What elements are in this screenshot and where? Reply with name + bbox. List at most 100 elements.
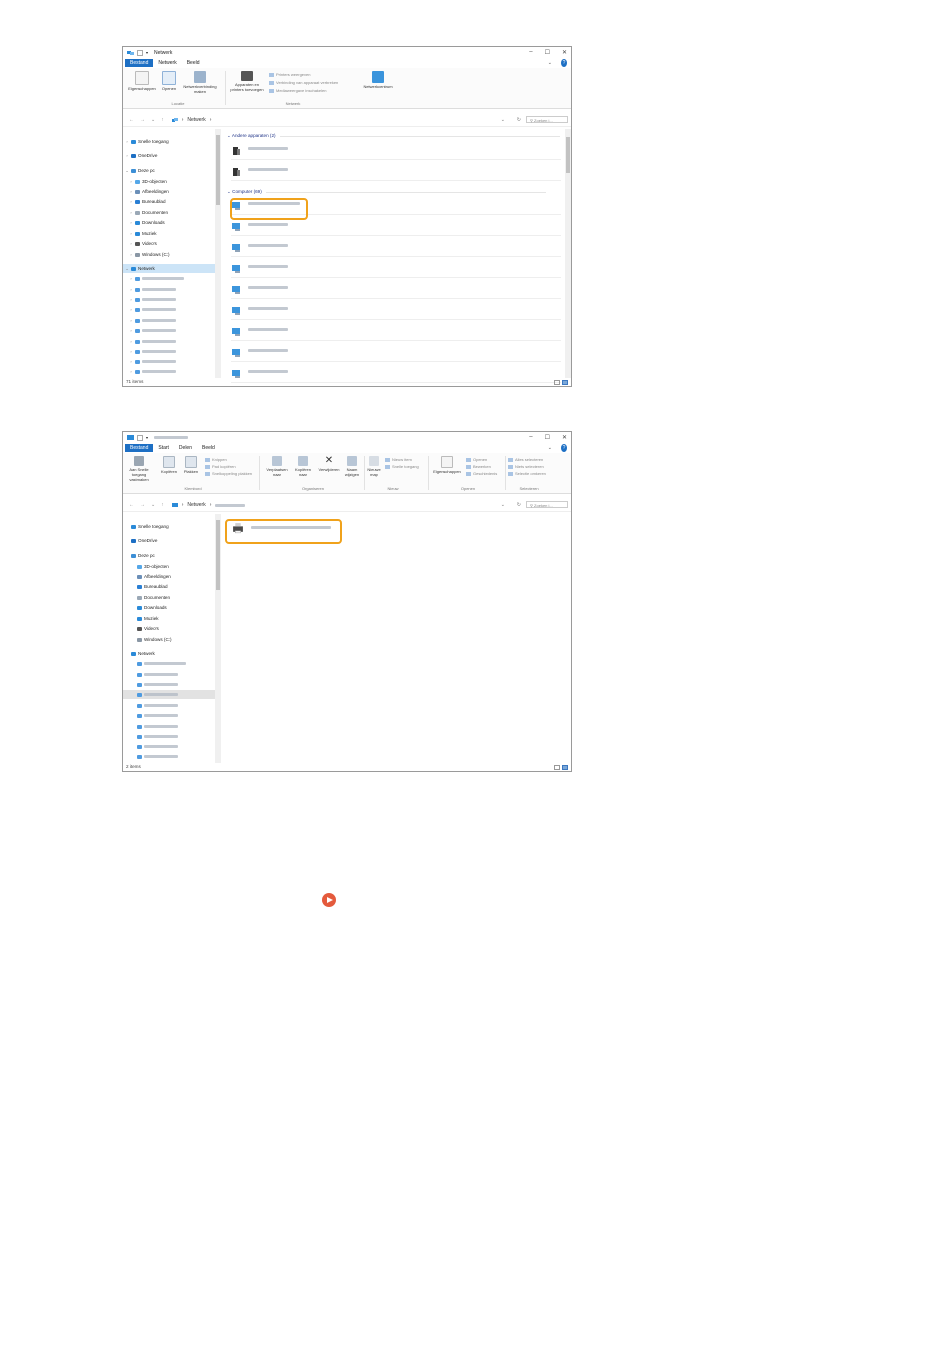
properties-button[interactable]: Eigenschappen <box>431 456 463 474</box>
forward-icon[interactable]: → <box>140 117 145 123</box>
nav-music[interactable]: Muziek <box>123 614 215 623</box>
nav-videos[interactable]: Video's <box>123 624 215 633</box>
tab-share[interactable]: Delen <box>174 444 197 452</box>
nav-network-pc[interactable]: › <box>123 337 215 346</box>
nav-network-pc[interactable] <box>123 732 215 741</box>
open-button[interactable]: Openen <box>466 457 487 462</box>
nav-network-pc[interactable]: › <box>123 367 215 376</box>
nav-this-pc[interactable]: Deze pc <box>123 551 215 560</box>
quick-access-dropdown-icon[interactable]: ▾ <box>146 50 148 55</box>
computer-item[interactable] <box>231 326 561 341</box>
edit-button[interactable]: Bewerken <box>466 464 491 469</box>
new-item-button[interactable]: Nieuw item <box>385 457 412 462</box>
cut-button[interactable]: Knippen <box>205 457 227 462</box>
breadcrumb[interactable]: › Netwerk › <box>171 117 211 123</box>
back-icon[interactable]: ← <box>129 502 134 508</box>
nav-windows-drive[interactable]: › Windows (C:) <box>123 250 215 259</box>
pin-quick-access-button[interactable]: Aan Snelle toegang vastmaken <box>125 456 153 482</box>
scrollbar-thumb[interactable] <box>216 135 220 205</box>
nav-3d-objects[interactable]: 3D-objecten <box>123 562 215 571</box>
address-dropdown-icon[interactable]: ⌄ <box>501 502 505 508</box>
tab-start[interactable]: Start <box>153 444 174 452</box>
recent-dropdown-icon[interactable]: ⌄ <box>151 502 155 508</box>
nav-windows-drive[interactable]: Windows (C:) <box>123 635 215 644</box>
nav-videos[interactable]: › Video's <box>123 239 215 248</box>
device-item[interactable] <box>231 145 561 160</box>
nav-documents[interactable]: Documenten <box>123 593 215 602</box>
nav-downloads[interactable]: › Downloads <box>123 218 215 227</box>
new-folder-button[interactable]: Nieuwe map <box>365 456 383 477</box>
nav-network-pc[interactable]: › <box>123 347 215 356</box>
nav-network-pc-selected[interactable] <box>123 690 215 699</box>
nav-quick-access[interactable]: Snelle toegang <box>123 522 215 531</box>
breadcrumb-computer[interactable] <box>215 503 246 507</box>
nav-3d-objects[interactable]: › 3D-objecten <box>123 177 215 186</box>
nav-pictures[interactable]: Afbeeldingen <box>123 572 215 581</box>
tab-file[interactable]: Bestand <box>125 444 154 452</box>
nav-network-pc[interactable] <box>123 711 215 720</box>
minimize-icon[interactable]: – <box>529 49 532 56</box>
nav-network[interactable]: Netwerk <box>123 649 215 658</box>
network-center-button[interactable]: Netwerkcentrum <box>361 71 395 89</box>
nav-scrollbar[interactable] <box>215 514 221 763</box>
nav-network-pc[interactable] <box>123 659 215 668</box>
nav-network-pc[interactable] <box>123 670 215 679</box>
paste-shortcut-button[interactable]: Snelkoppeling plakken <box>205 471 252 476</box>
maximize-icon[interactable]: ☐ <box>545 49 550 56</box>
nav-network-pc[interactable]: › <box>123 305 215 314</box>
ribbon-expand-icon[interactable]: ⌄ <box>543 444 557 452</box>
nav-network-pc[interactable]: › <box>123 285 215 294</box>
up-icon[interactable]: ↑ <box>161 117 164 123</box>
nav-network-pc[interactable]: › <box>123 357 215 366</box>
rename-button[interactable]: Naam wijzigen <box>342 456 362 477</box>
properties-quick-icon[interactable] <box>137 434 143 441</box>
map-drive-button[interactable]: Netwerkverbinding maken <box>179 71 221 94</box>
refresh-icon[interactable]: ↻ <box>517 117 521 123</box>
content-scrollbar[interactable] <box>565 129 571 378</box>
chevron-down-icon[interactable]: ⌄ <box>123 266 131 271</box>
add-devices-button[interactable]: Apparaten en printers toevoegen <box>229 71 265 92</box>
computer-item[interactable] <box>231 305 561 320</box>
invert-selection-button[interactable]: Selectie omkeren <box>508 471 546 476</box>
breadcrumb-network[interactable]: Netwerk <box>187 502 205 508</box>
details-view-icon[interactable] <box>554 765 560 770</box>
computer-item[interactable] <box>231 221 561 236</box>
computer-item[interactable] <box>231 263 561 278</box>
properties-button[interactable]: Eigenschappen <box>125 71 159 91</box>
nav-quick-access[interactable]: › Snelle toegang <box>123 137 215 146</box>
move-to-button[interactable]: Verplaatsen naar <box>263 456 291 477</box>
nav-desktop[interactable]: › Bureaublad <box>123 197 215 206</box>
nav-onedrive[interactable]: › OneDrive <box>123 151 215 160</box>
nav-network-pc[interactable] <box>123 701 215 710</box>
device-item[interactable] <box>231 166 561 181</box>
nav-documents[interactable]: › Documenten <box>123 208 215 217</box>
disconnect-device-button[interactable]: Verbinding van apparaat verbreken <box>269 80 338 85</box>
search-input[interactable]: ⚲ Zoeken i... <box>526 501 568 508</box>
copy-button[interactable]: Kopiëren <box>159 456 179 474</box>
nav-network-pc[interactable] <box>123 722 215 731</box>
nav-pictures[interactable]: › Afbeeldingen <box>123 187 215 196</box>
nav-scrollbar[interactable] <box>215 129 221 378</box>
chevron-right-icon[interactable]: › <box>123 139 131 144</box>
computer-item[interactable] <box>231 284 561 299</box>
nav-network-pc[interactable] <box>123 752 215 761</box>
paste-button[interactable]: Plakken <box>181 456 201 474</box>
scrollbar-thumb[interactable] <box>566 137 570 173</box>
close-icon[interactable]: ✕ <box>562 434 567 441</box>
address-dropdown-icon[interactable]: ⌄ <box>501 117 505 123</box>
help-icon[interactable]: ? <box>561 59 567 67</box>
delete-button[interactable]: ✕ Verwijderen <box>316 456 342 473</box>
close-icon[interactable]: ✕ <box>562 49 567 56</box>
ribbon-expand-icon[interactable]: ⌄ <box>543 59 557 67</box>
nav-network-pc[interactable]: › <box>123 295 215 304</box>
nav-downloads[interactable]: Downloads <box>123 603 215 612</box>
nav-network-pc[interactable] <box>123 742 215 751</box>
media-streaming-button[interactable]: Mediaweergave inschakelen <box>269 88 326 93</box>
tab-file[interactable]: Bestand <box>125 59 154 67</box>
scrollbar-thumb[interactable] <box>216 520 220 590</box>
nav-network-pc[interactable] <box>123 680 215 689</box>
copy-to-button[interactable]: Kopiëren naar <box>291 456 315 477</box>
refresh-icon[interactable]: ↻ <box>517 502 521 508</box>
select-all-button[interactable]: Alles selecteren <box>508 457 543 462</box>
computer-item[interactable] <box>231 242 561 257</box>
